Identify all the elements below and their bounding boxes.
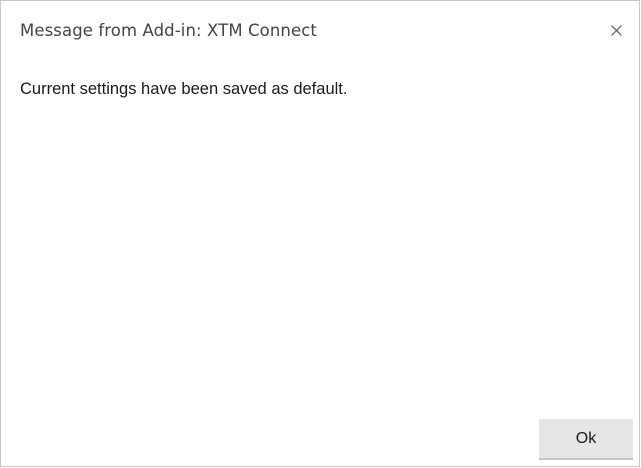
dialog-title: Message from Add-in: XTM Connect [20, 21, 317, 40]
message-dialog: Message from Add-in: XTM Connect Current… [0, 0, 640, 467]
ok-button[interactable]: Ok [539, 419, 633, 460]
close-button[interactable] [603, 16, 629, 44]
close-icon [610, 24, 622, 36]
dialog-titlebar: Message from Add-in: XTM Connect [1, 1, 639, 63]
dialog-message: Current settings have been saved as defa… [20, 80, 348, 98]
